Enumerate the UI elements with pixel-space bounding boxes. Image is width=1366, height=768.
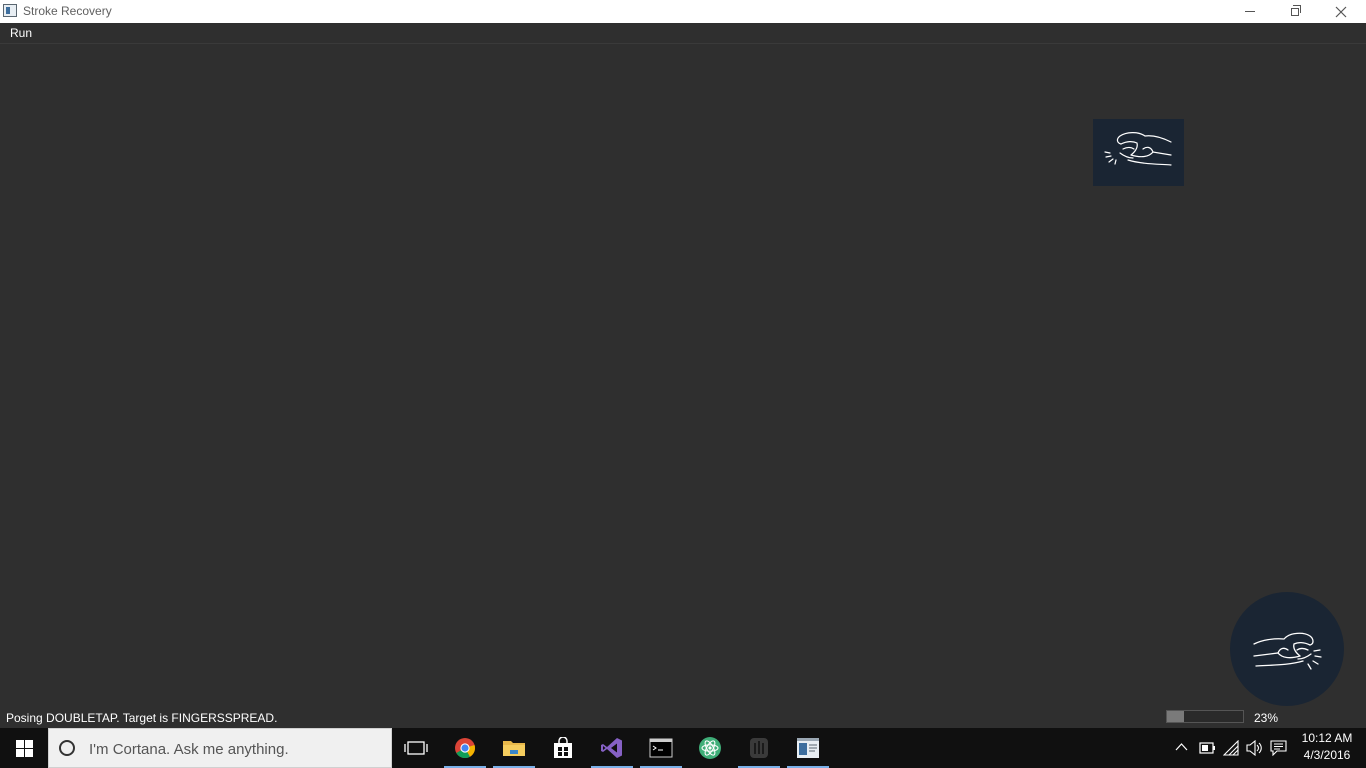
start-button[interactable] [0, 728, 48, 768]
window-title: Stroke Recovery [23, 4, 112, 18]
close-icon [1335, 6, 1347, 17]
taskbar-file-explorer[interactable] [491, 728, 537, 768]
current-pose-indicator [1230, 592, 1344, 706]
progress-bar [1166, 710, 1244, 723]
task-view-icon [404, 741, 428, 755]
taskbar: I'm Cortana. Ask me anything. 10:12 AM 4… [0, 728, 1366, 768]
tray-overflow-chevron-icon[interactable] [1175, 742, 1188, 752]
clock-date[interactable]: 4/3/2016 [1296, 748, 1358, 762]
app-dark-icon [750, 738, 768, 758]
minimize-button[interactable] [1227, 0, 1273, 23]
terminal-icon [649, 738, 673, 758]
windows-logo-icon [15, 739, 33, 757]
menu-bar: Run [0, 23, 1366, 44]
target-gesture-card [1093, 119, 1184, 186]
task-view-button[interactable] [393, 728, 439, 768]
wifi-icon[interactable] [1223, 740, 1240, 756]
close-button[interactable] [1318, 0, 1364, 23]
progress-fill [1167, 711, 1185, 722]
cortana-search-box[interactable]: I'm Cortana. Ask me anything. [48, 728, 392, 768]
app-icon [3, 4, 17, 17]
status-message: Posing DOUBLETAP. Target is FINGERSSPREA… [6, 711, 278, 725]
volume-icon[interactable] [1246, 740, 1264, 756]
taskbar-store[interactable] [540, 728, 586, 768]
minimize-icon [1245, 11, 1255, 12]
hand-pinch-icon [1253, 632, 1322, 670]
taskbar-visual-studio[interactable] [589, 728, 635, 768]
hand-pinch-icon [1104, 132, 1172, 166]
stroke-recovery-app-icon [797, 738, 819, 758]
taskbar-chrome[interactable] [442, 728, 488, 768]
atom-icon [699, 737, 721, 759]
menu-run[interactable]: Run [10, 26, 32, 40]
battery-icon[interactable] [1199, 741, 1216, 755]
taskbar-atom[interactable] [687, 728, 733, 768]
taskbar-app-dark[interactable] [736, 728, 782, 768]
search-placeholder: I'm Cortana. Ask me anything. [89, 741, 289, 758]
restore-button[interactable] [1272, 0, 1318, 23]
store-icon [554, 737, 572, 758]
restore-icon [1291, 4, 1301, 16]
progress-label: 23% [1254, 711, 1279, 725]
visual-studio-icon [601, 738, 622, 758]
action-center-icon[interactable] [1270, 740, 1287, 756]
title-bar: Stroke Recovery [0, 0, 1366, 23]
chrome-icon [455, 738, 475, 759]
folder-icon [503, 741, 525, 756]
taskbar-terminal[interactable] [638, 728, 684, 768]
clock-time[interactable]: 10:12 AM [1296, 731, 1358, 745]
taskbar-stroke-recovery[interactable] [785, 728, 831, 768]
cortana-icon [59, 740, 75, 756]
